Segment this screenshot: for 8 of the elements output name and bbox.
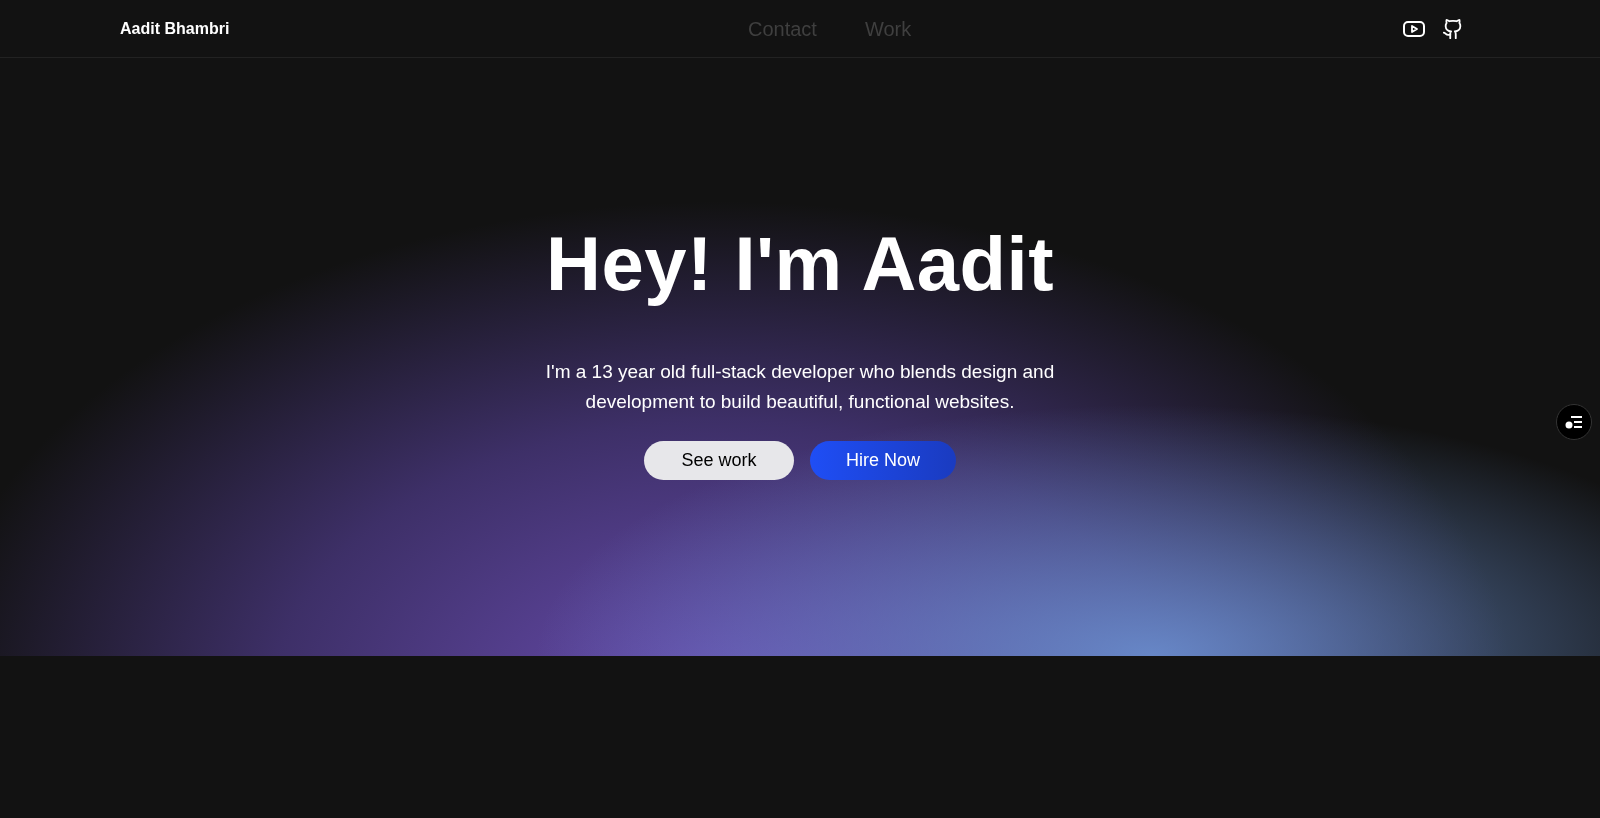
hero-heading: Hey! I'm Aadit — [546, 220, 1054, 308]
hire-button[interactable]: Hire Now — [810, 441, 956, 481]
video-play-icon[interactable] — [1402, 18, 1426, 39]
hero-description: I'm a 13 year old full-stack developer who blends design and development to build beautiful, functional websites. — [544, 360, 1056, 415]
github-icon[interactable] — [1442, 16, 1464, 41]
list-icon — [1565, 415, 1583, 429]
see-work-button[interactable]: See work — [644, 441, 794, 481]
brand-name: Aadit Bhambri — [120, 18, 230, 39]
